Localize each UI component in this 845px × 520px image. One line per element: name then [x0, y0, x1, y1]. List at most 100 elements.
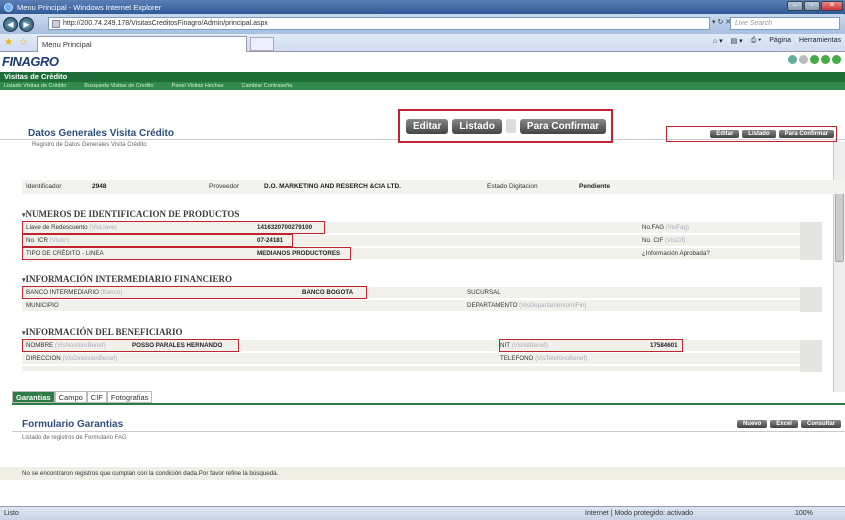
intermediary-right-column — [800, 287, 822, 312]
top-right-icons — [788, 55, 841, 64]
page-title: Datos Generales Visita Crédito — [28, 128, 174, 139]
favorites-star-icon[interactable]: ★ — [4, 37, 13, 48]
action-buttons-zoom: Editar Listado Para Confirmar — [398, 109, 613, 143]
security-zone[interactable]: Internet | Modo protegido: activado — [585, 507, 693, 520]
provider-value: D.O. MARKETING AND RESERCH &CIA LTD. — [264, 183, 401, 190]
search-input[interactable]: Live Search — [730, 17, 840, 30]
edit-button[interactable]: Editar — [710, 130, 740, 138]
page-content: FINAGRO Visitas de Crédito Listado Visit… — [0, 52, 845, 506]
tab-cif[interactable]: CIF — [86, 391, 107, 403]
menu-item-panel[interactable]: Panel Visitas Hechas — [172, 82, 224, 90]
depto-label: DEPARTAMENTO (VisDepartamentoIntFin) — [467, 302, 587, 309]
status-text: Listo — [4, 510, 19, 517]
print-icon[interactable]: ⎙ ▾ — [751, 37, 762, 45]
branch-label: SUCURSAL — [467, 289, 501, 296]
maximize-button[interactable]: ▫ — [804, 1, 820, 11]
id-label: Identificador — [26, 183, 62, 190]
page-menu[interactable]: Página — [769, 37, 791, 45]
address-bar[interactable]: http://200.74.249.178/VisitasCreditosFin… — [48, 17, 710, 30]
list-button[interactable]: Listado — [742, 130, 776, 138]
minimize-button[interactable]: – — [787, 1, 803, 11]
tab-campo[interactable]: Campo — [54, 391, 87, 403]
close-button[interactable]: ✕ — [821, 1, 843, 11]
action-buttons-small: Editar Listado Para Confirmar — [666, 126, 837, 142]
tab-fotografias[interactable]: Fotografias — [106, 391, 153, 403]
plant-icon — [788, 55, 797, 64]
general-info-row: Identificador 2948 Proveedor D.O. MARKET… — [22, 180, 845, 194]
empty-results-message: No se encontraron registros que cumplan … — [0, 467, 845, 480]
municipio-label: MUNICIPIO — [26, 302, 59, 309]
logout-icon[interactable] — [832, 55, 841, 64]
id-value: 2948 — [92, 183, 107, 190]
browser-tab-label: Menu Principal — [42, 40, 92, 49]
menu-item-busqueda[interactable]: Busqueda Visitas de Credito — [84, 82, 153, 90]
address-row: ◀ ▶ http://200.74.249.178/VisitasCredito… — [0, 14, 845, 34]
back-button[interactable]: ◀ — [3, 16, 18, 32]
command-bar: ⌂ ▾ ▤ ▾ ⎙ ▾ Página Herramientas — [713, 37, 841, 45]
user-icon[interactable] — [799, 55, 808, 64]
page-icon — [52, 20, 60, 28]
aprobada-label: ¿Información Aprobada? — [642, 250, 710, 257]
provider-label: Proveedor — [209, 183, 239, 190]
section-bar: Visitas de Crédito — [0, 72, 845, 82]
beneficiary-right-column — [800, 340, 822, 372]
feeds-icon[interactable]: ▤ ▾ — [731, 37, 743, 45]
favorites-tab-row: ★ ☆ Menu Principal ⌂ ▾ ▤ ▾ ⎙ ▾ Página He… — [0, 34, 845, 52]
highlight-bank — [22, 286, 367, 299]
ie-icon — [4, 2, 13, 12]
cif-label: No. CIF (VisCif) — [642, 237, 686, 244]
row-address: DIRECCION (VisDireccionBenef) TELEFONO (… — [22, 353, 822, 365]
settings-icon[interactable] — [810, 55, 819, 64]
detail-tabs: Garantias Campo CIF Fotografias — [12, 391, 153, 403]
scrollbar-thumb[interactable] — [835, 182, 844, 262]
browser-tab-main[interactable]: Menu Principal — [37, 36, 247, 52]
main-menu: Listado Visitas de Crédito Busqueda Visi… — [0, 82, 845, 90]
highlight-llave — [22, 221, 325, 234]
tab-garantias[interactable]: Garantias — [12, 391, 55, 403]
query-button[interactable]: Consultar — [800, 420, 841, 428]
url-text: http://200.74.249.178/VisitasCreditosFin… — [63, 20, 268, 27]
forward-button[interactable]: ▶ — [19, 16, 34, 32]
highlight-tipo — [22, 247, 351, 260]
window-title: Menu Principal - Windows Internet Explor… — [17, 2, 162, 12]
menu-item-password[interactable]: Cambiar Contraseña — [241, 82, 292, 90]
window-titlebar: Menu Principal - Windows Internet Explor… — [0, 0, 845, 14]
edit-button-zoom[interactable]: Editar — [406, 118, 449, 134]
form-title: Formulario Garantias — [22, 419, 124, 430]
products-right-column — [800, 222, 822, 260]
beneficiary-heading: ▾INFORMACIÓN DEL BENEFICIARIO — [22, 327, 183, 337]
highlight-icr — [22, 234, 293, 247]
address-label: DIRECCION (VisDireccionBenef) — [26, 355, 118, 362]
form-divider — [12, 431, 845, 432]
separator-icon — [505, 119, 516, 133]
confirm-button[interactable]: Para Confirmar — [778, 130, 834, 138]
phone-label: TELEFONO (VisTelefonoBenef) — [500, 355, 588, 362]
refresh-stop-icons[interactable]: ▾ ↻ ✕ — [712, 18, 731, 26]
tools-menu[interactable]: Herramientas — [799, 37, 841, 45]
row-municipio: MUNICIPIO DEPARTAMENTO (VisDepartamentoI… — [22, 300, 822, 312]
form-subtitle: Listado de registros de Formulario FAG — [22, 435, 127, 441]
status-bar: Listo Internet | Modo protegido: activad… — [0, 506, 845, 520]
tab-underline — [12, 403, 845, 405]
confirm-button-zoom[interactable]: Para Confirmar — [519, 118, 607, 134]
zoom-level[interactable]: 100% — [795, 507, 813, 520]
help-icon[interactable] — [821, 55, 830, 64]
finagro-logo: FINAGRO — [2, 54, 59, 69]
state-label: Estado Digitacion — [487, 183, 538, 190]
menu-item-listado[interactable]: Listado Visitas de Crédito — [4, 82, 66, 90]
fag-label: No.FAG (VisFag) — [642, 224, 690, 231]
state-value: Pendiente — [579, 183, 611, 190]
new-button[interactable]: Nuevo — [736, 420, 768, 428]
row-cutoff — [22, 366, 822, 372]
form-buttons: Nuevo Excel Consultar — [736, 420, 841, 428]
excel-button[interactable]: Excel — [770, 420, 798, 428]
page-subtitle: Registro de Datos Generales Visita Crédi… — [32, 142, 147, 148]
new-tab-button[interactable] — [250, 37, 274, 51]
add-favorites-icon[interactable]: ☆ — [19, 37, 28, 48]
intermediary-heading: ▾INFORMACIÓN INTERMEDIARIO FINANCIERO — [22, 274, 233, 284]
highlight-name — [22, 339, 239, 352]
products-heading: ▾NUMEROS DE IDENTIFICACION DE PRODUCTOS — [22, 209, 240, 219]
list-button-zoom[interactable]: Listado — [452, 118, 502, 134]
home-icon[interactable]: ⌂ ▾ — [713, 37, 723, 45]
highlight-nit — [499, 339, 683, 352]
